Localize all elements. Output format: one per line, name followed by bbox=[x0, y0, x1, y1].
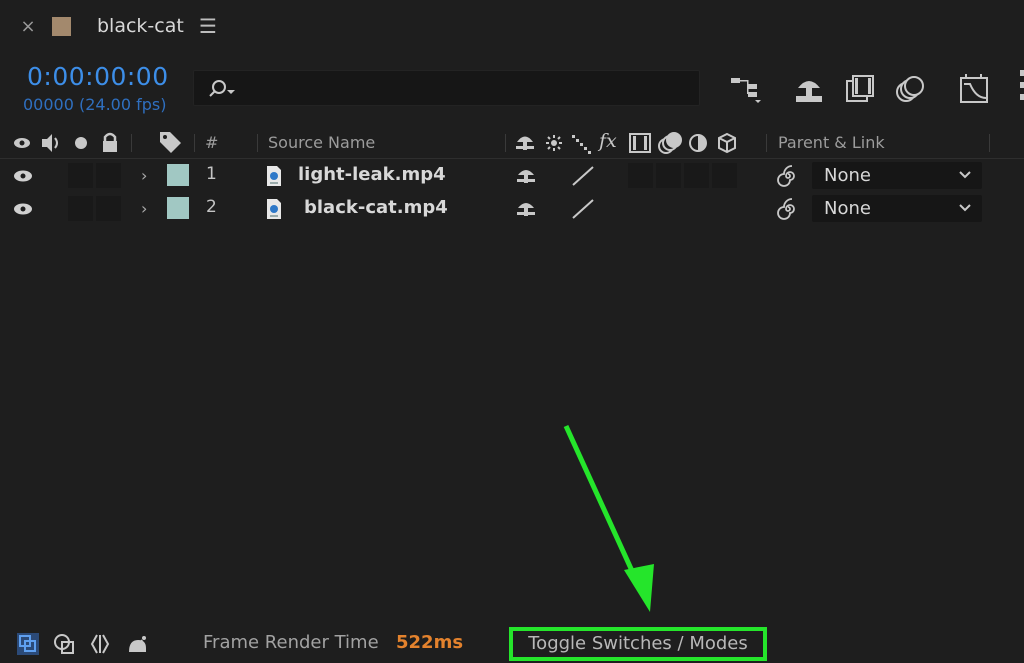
toggle-switches-modes-button[interactable]: Toggle Switches / Modes bbox=[509, 627, 767, 661]
frame-render-time-value: 522ms bbox=[396, 632, 464, 653]
layer-switches-pane-icon[interactable] bbox=[16, 632, 40, 656]
render-time-pane-icon[interactable] bbox=[126, 632, 150, 656]
timeline-panel: × black-cat ☰ 0:00:00:00 00000 (24.00 fp… bbox=[0, 0, 1024, 663]
timeline-bottom-bar: Frame Render Time 522ms Toggle Switches … bbox=[0, 624, 1024, 663]
frame-render-time-label: Frame Render Time bbox=[203, 632, 379, 653]
annotation-arrow bbox=[563, 424, 654, 612]
transfer-controls-pane-icon[interactable] bbox=[52, 632, 76, 656]
in-out-duration-pane-icon[interactable] bbox=[88, 632, 112, 656]
